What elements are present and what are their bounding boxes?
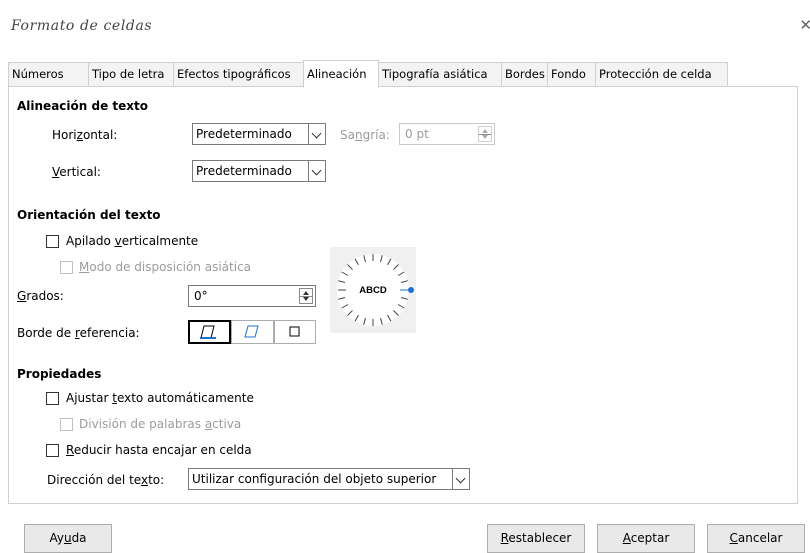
spin-arrows-icon[interactable] <box>299 288 313 304</box>
tab-tipografia-asiatica[interactable]: Tipografía asiática <box>378 62 502 87</box>
close-icon[interactable]: ✕ <box>799 16 810 34</box>
chevron-down-icon <box>308 161 325 181</box>
text-extension-inside-icon <box>289 326 300 337</box>
format-cells-dialog: Formato de celdas ✕ Números Tipo de letr… <box>0 0 810 553</box>
text-direction-label: Dirección del texto: <box>47 473 165 487</box>
vertical-label: Vertical: <box>52 165 101 179</box>
degrees-spinbox[interactable]: 0° <box>188 285 316 307</box>
reference-edge-group <box>188 320 316 346</box>
asian-layout-label: Modo de disposición asiática <box>79 260 252 274</box>
cancel-button[interactable]: Cancelar <box>707 524 805 553</box>
text-extension-bottom-icon <box>200 325 216 339</box>
dialog-title: Formato de celdas <box>11 18 153 34</box>
rotation-handle <box>408 287 414 293</box>
chevron-down-icon <box>452 469 469 489</box>
reference-edge-inside-button[interactable] <box>274 320 316 344</box>
text-direction-select[interactable]: Utilizar configuración del objeto superi… <box>188 468 470 490</box>
horizontal-select[interactable]: Predeterminado <box>192 123 326 145</box>
shrink-to-fit-checkbox[interactable] <box>46 444 59 457</box>
chevron-down-icon <box>308 124 325 144</box>
wrap-text-label: Ajustar texto automáticamente <box>66 391 254 405</box>
help-button[interactable]: Ayuda <box>24 524 112 553</box>
rotation-dial[interactable]: ABCD <box>330 247 416 333</box>
title-bar: Formato de celdas ✕ <box>0 0 810 52</box>
reference-edge-label: Borde de referencia: <box>17 326 140 340</box>
text-extension-top-icon <box>244 325 259 338</box>
ok-button[interactable]: Aceptar <box>597 524 695 553</box>
indent-spinbox[interactable]: 0 pt <box>399 123 495 145</box>
spin-arrows-icon[interactable] <box>478 126 492 142</box>
wrap-text-checkbox[interactable] <box>46 392 59 405</box>
tab-efectos-tipograficos[interactable]: Efectos tipográficos <box>173 62 304 87</box>
tab-fondo[interactable]: Fondo <box>547 62 596 87</box>
indent-label: Sangría: <box>340 128 390 142</box>
reset-button[interactable]: Restablecer <box>487 524 585 553</box>
horizontal-label: Horizontal: <box>52 128 118 142</box>
text-alignment-heading: Alineación de texto <box>17 99 148 113</box>
hyphenation-label: División de palabras activa <box>79 417 242 431</box>
rotation-dial-graphic: ABCD <box>337 254 414 326</box>
tab-bar: Números Tipo de letra Efectos tipográfic… <box>8 60 810 88</box>
tab-proteccion-de-celda[interactable]: Protección de celda <box>595 62 728 87</box>
hyphenation-checkbox[interactable] <box>60 418 73 431</box>
asian-layout-checkbox[interactable] <box>60 261 73 274</box>
tab-alineacion[interactable]: Alineación <box>303 60 379 88</box>
vertical-select[interactable]: Predeterminado <box>192 160 326 182</box>
reference-edge-bottom-button[interactable] <box>188 320 231 344</box>
dial-sample-text: ABCD <box>359 285 387 296</box>
stacked-checkbox[interactable] <box>46 235 59 248</box>
tab-bordes[interactable]: Bordes <box>501 62 548 87</box>
alignment-panel: Alineación de texto Horizontal: Predeter… <box>8 86 798 504</box>
reference-edge-top-button[interactable] <box>231 320 274 344</box>
degrees-label: Grados: <box>17 289 64 303</box>
shrink-to-fit-label: Reducir hasta encajar en celda <box>66 443 252 457</box>
text-orientation-heading: Orientación del texto <box>17 208 161 222</box>
tab-numeros[interactable]: Números <box>8 62 89 87</box>
stacked-label: Apilado verticalmente <box>66 234 199 248</box>
properties-heading: Propiedades <box>17 367 102 381</box>
tab-tipo-de-letra[interactable]: Tipo de letra <box>88 62 174 87</box>
